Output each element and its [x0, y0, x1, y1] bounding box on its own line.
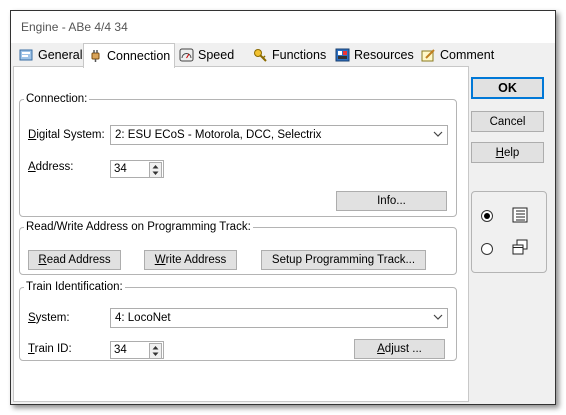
setup-programming-track-button[interactable]: Setup Programming Track...	[261, 250, 426, 270]
connection-group-label: Connection:	[26, 93, 88, 105]
view-mode-group	[471, 191, 547, 273]
general-icon	[19, 49, 33, 61]
view-mode-radio-windows[interactable]	[481, 243, 493, 255]
adjust-button[interactable]: Adjust ...	[354, 339, 445, 359]
tab-functions[interactable]: Functions	[249, 45, 330, 65]
connection-tab-panel: Connection: Digital System: 2: ESU ECoS …	[13, 66, 469, 402]
write-address-button[interactable]: Write Address	[144, 250, 237, 270]
train-id-spinner[interactable]: 34	[110, 341, 164, 359]
tab-speed[interactable]: Speed	[175, 45, 238, 65]
address-value: 34	[114, 163, 127, 175]
tab-label: Functions	[272, 48, 327, 62]
system-label: System:	[28, 312, 70, 324]
train-id-value: 34	[114, 344, 127, 356]
tab-label: Speed	[198, 48, 235, 62]
tab-comment[interactable]: Comment	[417, 45, 498, 65]
view-mode-radio-list[interactable]	[481, 210, 493, 222]
connection-plug-icon	[91, 50, 100, 62]
spin-arrows[interactable]	[149, 343, 162, 359]
spin-updown-icon	[152, 165, 159, 175]
train-system-value: 4: LocoNet	[115, 312, 171, 324]
tab-connection[interactable]: Connection	[83, 43, 176, 68]
read-address-button[interactable]: Read Address	[28, 250, 121, 270]
cancel-button[interactable]: Cancel	[471, 111, 544, 132]
tab-resources[interactable]: Resources	[331, 45, 418, 65]
spin-updown-icon	[152, 346, 159, 356]
tab-label: General	[38, 48, 83, 62]
tab-general[interactable]: General	[15, 45, 86, 65]
tab-label: Comment	[440, 48, 495, 62]
speedometer-icon	[179, 48, 194, 62]
functions-key-icon	[254, 49, 267, 62]
ok-button[interactable]: OK	[471, 77, 544, 99]
train-system-select[interactable]: 4: LocoNet	[110, 308, 448, 328]
tab-label: Resources	[354, 48, 414, 62]
resources-icon	[335, 48, 350, 62]
address-spinner[interactable]: 34	[110, 160, 164, 178]
comment-pencil-icon	[421, 49, 435, 62]
digital-system-label: Digital System:	[28, 129, 105, 141]
tab-label: Connection	[107, 49, 171, 63]
help-button[interactable]: Help	[471, 142, 544, 163]
train-identification-group-label: Train Identification:	[26, 281, 123, 293]
single-list-view-icon	[512, 207, 528, 223]
digital-system-select[interactable]: 2: ESU ECoS - Motorola, DCC, Selectrix	[110, 125, 448, 145]
chevron-down-icon	[433, 314, 443, 320]
info-button[interactable]: Info...	[336, 191, 447, 211]
window-title: Engine - ABe 4/4 34	[21, 20, 128, 34]
address-label: Address:	[28, 161, 74, 173]
spin-arrows[interactable]	[149, 162, 162, 178]
chevron-down-icon	[433, 131, 443, 137]
programming-group-label: Read/Write Address on Programming Track:	[26, 221, 251, 233]
digital-system-value: 2: ESU ECoS - Motorola, DCC, Selectrix	[115, 129, 322, 141]
engine-dialog: Engine - ABe 4/4 34 General Connection S…	[10, 10, 556, 405]
multi-window-view-icon	[512, 239, 528, 255]
title-bar: Engine - ABe 4/4 34	[11, 11, 555, 43]
train-id-label: Train ID:	[28, 343, 72, 355]
